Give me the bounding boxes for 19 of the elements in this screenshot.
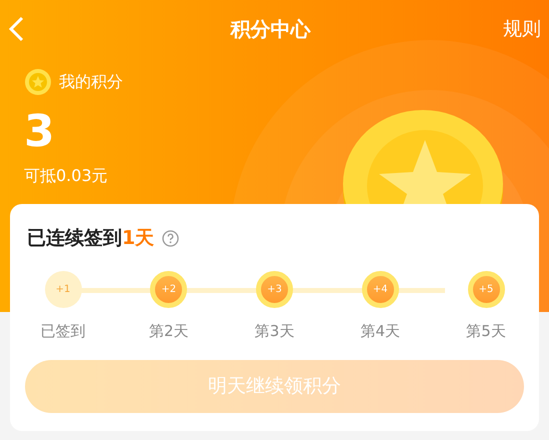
bonus-coin: +3 [256,270,293,308]
bonus-coin: +5 [468,270,504,308]
help-icon[interactable] [162,230,180,247]
rules-link[interactable]: 规则 [503,14,541,44]
star-coin-icon [24,68,52,96]
day-label: 第2天 [148,320,189,342]
day-label: 第5天 [466,320,506,342]
bonus-coin: +1 [44,270,82,308]
points-value: 3 [24,110,56,154]
day-label: 第4天 [360,320,400,342]
streak-title: 已连续签到1天 [27,226,154,251]
page-title: 积分中心 [230,16,310,43]
day-label: 已签到 [40,320,86,342]
day-label: 第3天 [254,320,294,342]
back-icon [8,16,24,42]
bonus-coin: +4 [362,270,399,308]
bonus-coin: +2 [150,270,188,308]
points-label: 我的积分 [59,71,123,93]
points-worth: 可抵0.03元 [24,165,109,187]
